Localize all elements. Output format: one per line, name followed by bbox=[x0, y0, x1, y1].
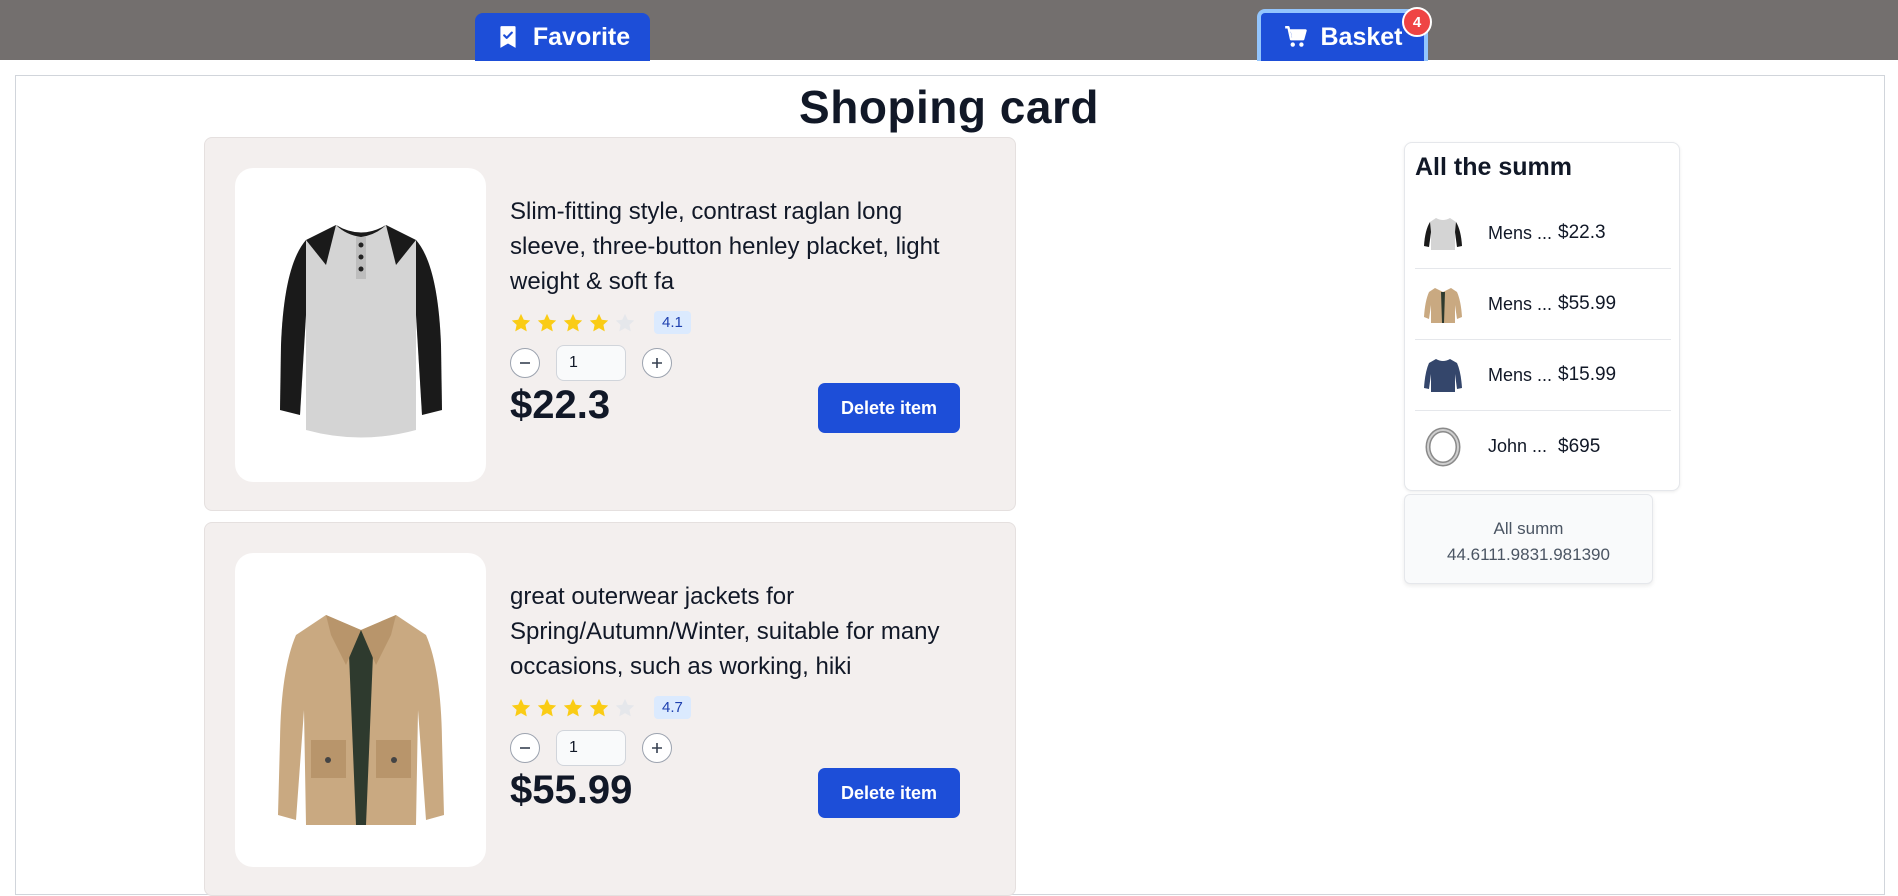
summary-item-name: Mens ... bbox=[1488, 364, 1553, 385]
page-title: Shoping card bbox=[799, 81, 1099, 133]
total-summary-box: All summ 44.6111.9831.981390 bbox=[1404, 494, 1653, 584]
quantity-input[interactable]: 1 bbox=[556, 730, 626, 766]
summary-item-price: $695 bbox=[1558, 435, 1601, 457]
rating-badge: 4.1 bbox=[654, 311, 691, 334]
decrease-quantity-button[interactable] bbox=[510, 348, 540, 378]
summary-item: Mens ... $22.3 bbox=[1415, 198, 1671, 269]
star-filled-icon bbox=[563, 698, 583, 716]
star-filled-icon bbox=[589, 698, 609, 716]
favorite-button[interactable]: Favorite bbox=[475, 13, 650, 61]
quantity-stepper: 1 bbox=[510, 345, 672, 381]
shopping-cart-icon bbox=[1283, 24, 1309, 50]
star-filled-icon bbox=[511, 698, 531, 716]
star-empty-icon bbox=[615, 698, 635, 716]
star-filled-icon bbox=[537, 313, 557, 331]
star-filled-icon bbox=[511, 313, 531, 331]
star-filled-icon bbox=[563, 313, 583, 331]
rating-stars: 4.7 bbox=[510, 696, 691, 719]
increase-quantity-button[interactable] bbox=[642, 348, 672, 378]
cart-item-card: great outerwear jackets for Spring/Autum… bbox=[204, 522, 1016, 896]
bracelet-thumb-icon bbox=[1420, 424, 1466, 470]
star-empty-icon bbox=[615, 313, 635, 331]
basket-label: Basket bbox=[1320, 22, 1403, 51]
plus-icon bbox=[652, 358, 662, 368]
minus-icon bbox=[520, 747, 530, 749]
top-navigation-bar bbox=[0, 0, 1898, 60]
product-description: Slim-fitting style, contrast raglan long… bbox=[510, 198, 940, 295]
product-description: great outerwear jackets for Spring/Autum… bbox=[510, 583, 940, 680]
quantity-input[interactable]: 1 bbox=[556, 345, 626, 381]
summary-item: Mens ... $55.99 bbox=[1415, 269, 1671, 340]
quantity-stepper: 1 bbox=[510, 730, 672, 766]
navy-shirt-thumb-icon bbox=[1420, 352, 1466, 398]
summary-item-price: $55.99 bbox=[1558, 293, 1617, 314]
rating-stars: 4.1 bbox=[510, 311, 691, 334]
increase-quantity-button[interactable] bbox=[642, 733, 672, 763]
star-filled-icon bbox=[537, 698, 557, 716]
jacket-image bbox=[277, 615, 444, 825]
decrease-quantity-button[interactable] bbox=[510, 733, 540, 763]
rating-badge: 4.7 bbox=[654, 696, 691, 719]
basket-count-badge: 4 bbox=[1402, 7, 1432, 37]
product-image bbox=[235, 553, 486, 867]
summary-item: Mens ... $15.99 bbox=[1415, 340, 1671, 411]
summary-title: All the summ bbox=[1415, 153, 1572, 181]
cart-item-card: Slim-fitting style, contrast raglan long… bbox=[204, 137, 1016, 511]
summary-item-price: $15.99 bbox=[1558, 364, 1617, 385]
favorite-label: Favorite bbox=[532, 22, 631, 51]
henley-shirt-image bbox=[279, 225, 442, 438]
plus-icon bbox=[652, 743, 662, 753]
delete-item-button[interactable]: Delete item bbox=[818, 768, 960, 818]
jacket-thumb-icon bbox=[1420, 281, 1466, 327]
product-image bbox=[235, 168, 486, 482]
star-filled-icon bbox=[589, 313, 609, 331]
delete-item-button[interactable]: Delete item bbox=[818, 383, 960, 433]
henley-shirt-thumb-icon bbox=[1420, 210, 1466, 256]
summary-panel: All the summ Mens ... $22.3 Mens ... $55… bbox=[1404, 142, 1680, 491]
product-price: $22.3 bbox=[510, 383, 611, 427]
product-price: $55.99 bbox=[510, 768, 633, 812]
basket-button[interactable]: Basket 4 bbox=[1257, 7, 1432, 61]
minus-icon bbox=[520, 362, 530, 364]
summary-item-name: Mens ... bbox=[1488, 222, 1553, 243]
total-label: All summ bbox=[1493, 519, 1564, 538]
summary-item: John ... $695 bbox=[1415, 411, 1671, 482]
summary-item-name: Mens ... bbox=[1488, 293, 1553, 314]
bookmark-check-icon bbox=[495, 24, 521, 50]
summary-item-name: John ... bbox=[1488, 436, 1548, 456]
total-value: 44.6111.9831.981390 bbox=[1447, 545, 1610, 564]
summary-item-price: $22.3 bbox=[1558, 222, 1606, 243]
